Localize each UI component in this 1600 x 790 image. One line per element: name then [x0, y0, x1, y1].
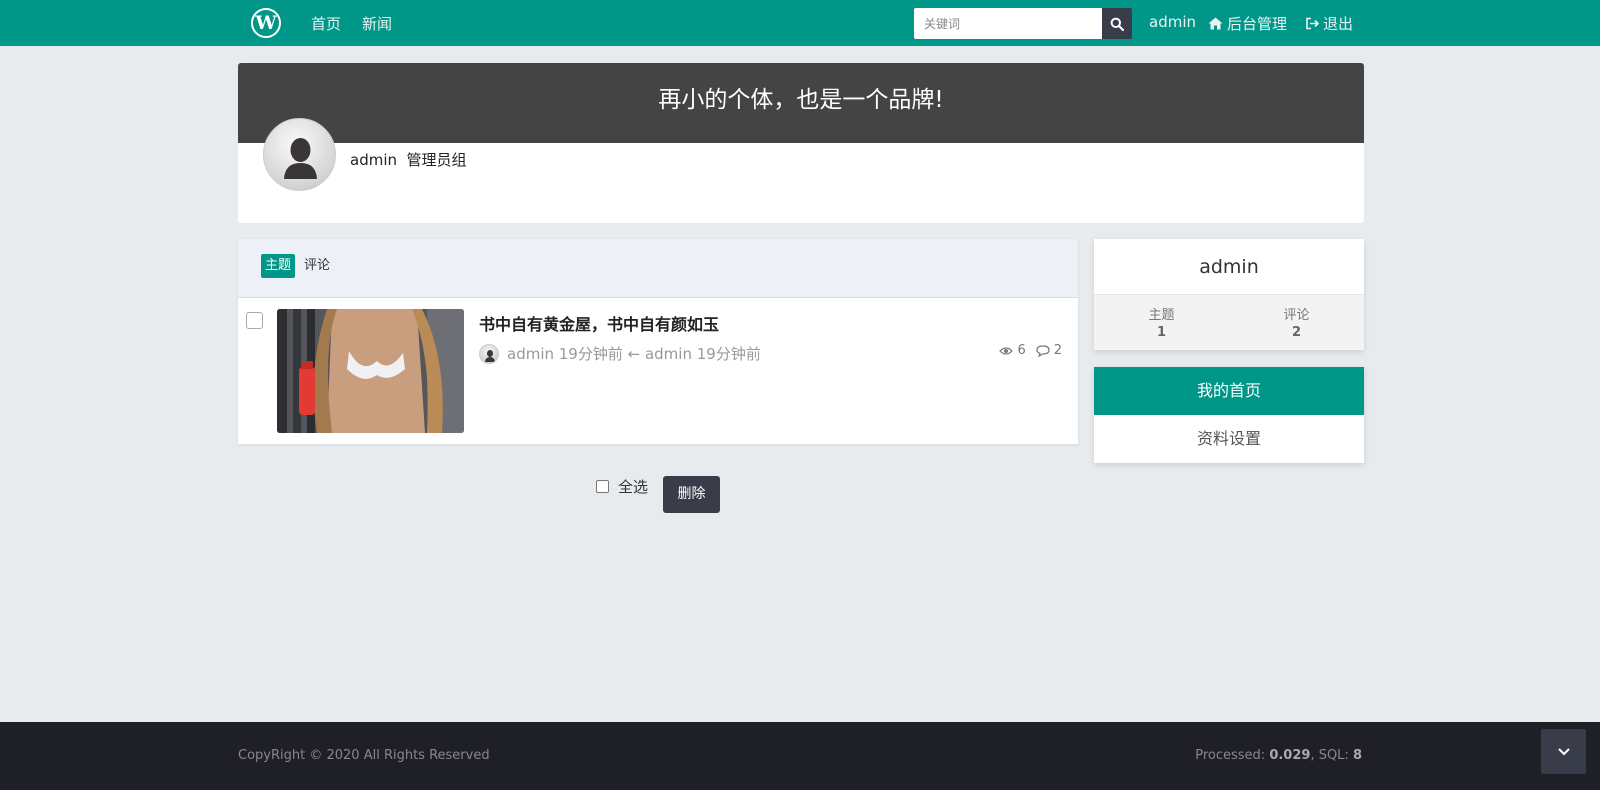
delete-button[interactable]: 删除 [663, 476, 720, 513]
stat-comments[interactable]: 评论 2 [1229, 295, 1364, 350]
post-checkbox[interactable] [246, 312, 263, 329]
sidebar-item-profile-settings[interactable]: 资料设置 [1094, 415, 1364, 463]
logout-icon [1306, 17, 1319, 30]
site-logo[interactable]: W [251, 8, 281, 38]
profile-group: 管理员组 [406, 151, 467, 169]
copyright-text: CopyRight © 2020 All Rights Reserved [238, 748, 490, 763]
profile-username: admin [350, 151, 397, 169]
stat-topics-label: 主题 [1148, 308, 1175, 323]
stat-comments-label: 评论 [1283, 308, 1310, 323]
scroll-to-bottom-button[interactable] [1541, 729, 1586, 774]
processed-label: Processed: [1195, 748, 1266, 763]
sql-label: , SQL: [1310, 748, 1349, 763]
search-icon [1110, 17, 1124, 31]
stat-topics-value: 1 [1156, 325, 1167, 340]
nav-user-link[interactable]: admin [1149, 13, 1196, 31]
nav-link-home[interactable]: 首页 [311, 13, 341, 34]
profile-slogan: 再小的个体，也是一个品牌! [238, 63, 1364, 143]
eye-icon [999, 346, 1014, 355]
author-avatar[interactable] [479, 343, 499, 364]
post-meta: admin 19分钟前 ← admin 19分钟前 [479, 343, 761, 364]
top-navbar: W 首页 新闻 admin 后台管理 退出 [0, 0, 1600, 46]
post-title[interactable]: 书中自有黄金屋，书中自有颜如玉 [479, 311, 719, 335]
sidebar-user-card: admin 主题 1 评论 2 [1094, 239, 1364, 350]
nav-link-news[interactable]: 新闻 [362, 13, 392, 34]
avatar[interactable] [263, 118, 336, 191]
tab-topics[interactable]: 主题 [261, 254, 296, 278]
stat-comments-value: 2 [1291, 325, 1302, 340]
post-list-panel: 主题 评论 书中自有黄金屋，书中自有颜如玉 admin 19分钟前 ← admi… [238, 239, 1078, 444]
processed-value: 0.029 [1269, 748, 1311, 763]
comment-count: 2 [1053, 343, 1062, 358]
view-count: 6 [1017, 343, 1026, 358]
tab-bar: 主题 评论 [238, 239, 1078, 298]
comment-icon [1036, 344, 1050, 357]
nav-user-label: admin [1149, 13, 1196, 31]
select-all-checkbox[interactable] [596, 480, 609, 493]
sidebar-stats: 主题 1 评论 2 [1094, 295, 1364, 350]
home-icon [1208, 17, 1223, 30]
search-button[interactable] [1102, 8, 1132, 39]
user-silhouette-icon [284, 138, 317, 179]
post-thumbnail[interactable] [277, 309, 464, 433]
select-all-control[interactable]: 全选 [596, 476, 648, 497]
footer: CopyRight © 2020 All Rights Reserved Pro… [0, 722, 1600, 790]
select-all-label: 全选 [618, 478, 649, 496]
stat-topics[interactable]: 主题 1 [1094, 295, 1229, 350]
post-meta-text: admin 19分钟前 ← admin 19分钟前 [507, 345, 761, 363]
sql-value: 8 [1352, 748, 1362, 763]
list-item: 书中自有黄金屋，书中自有颜如玉 admin 19分钟前 ← admin 19分钟… [238, 299, 1078, 444]
nav-logout-link[interactable]: 退出 [1305, 13, 1353, 34]
chevron-down-icon [1558, 748, 1569, 755]
sidebar-username: admin [1094, 239, 1364, 295]
thumbnail-image [277, 309, 464, 433]
sidebar-item-my-home[interactable]: 我的首页 [1094, 367, 1364, 415]
user-silhouette-icon [485, 349, 495, 362]
tab-comments[interactable]: 评论 [300, 254, 334, 278]
processed-stats: Processed: 0.029, SQL: 8 [1195, 748, 1362, 763]
search-input[interactable] [914, 8, 1102, 39]
nav-admin-label: 后台管理 [1227, 15, 1288, 33]
profile-name: admin 管理员组 [350, 149, 467, 170]
profile-card: 再小的个体，也是一个品牌! admin 管理员组 [238, 63, 1364, 223]
sidebar-menu: 我的首页 资料设置 [1094, 367, 1364, 463]
post-stats: 6 2 [999, 343, 1062, 358]
nav-admin-link[interactable]: 后台管理 [1208, 13, 1287, 34]
nav-logout-label: 退出 [1323, 15, 1354, 33]
